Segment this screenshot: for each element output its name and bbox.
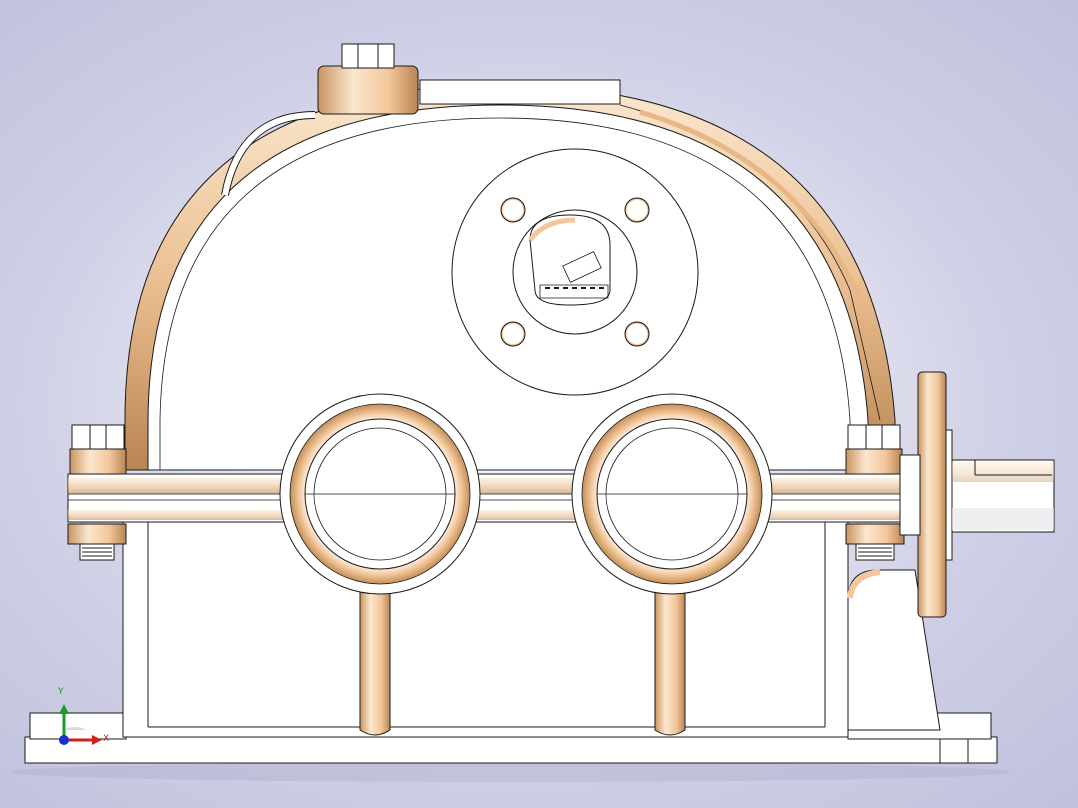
y-axis-label: Y (58, 687, 64, 697)
end-cap-flange[interactable] (451, 148, 699, 396)
graphics-viewport[interactable]: Y X (0, 0, 1078, 808)
bolt-hole (500, 197, 526, 223)
vent-plug[interactable] (317, 43, 419, 115)
split-flange[interactable] (67, 473, 909, 523)
bolt-hole (624, 197, 650, 223)
x-axis-label: X (103, 734, 110, 744)
bolt-hole (624, 321, 650, 347)
y-axis-arrowhead (59, 704, 69, 714)
rib-left (359, 572, 391, 736)
floor-shadow (10, 762, 1010, 782)
lower-housing[interactable] (122, 519, 941, 738)
rib-right (654, 572, 686, 736)
bolt-hole (500, 321, 526, 347)
x-axis-arrowhead (92, 735, 102, 745)
inspection-cover[interactable] (419, 79, 621, 105)
gearbox-model[interactable] (0, 0, 1078, 808)
z-axis-dot (59, 735, 69, 745)
output-shaft[interactable] (899, 371, 1055, 618)
